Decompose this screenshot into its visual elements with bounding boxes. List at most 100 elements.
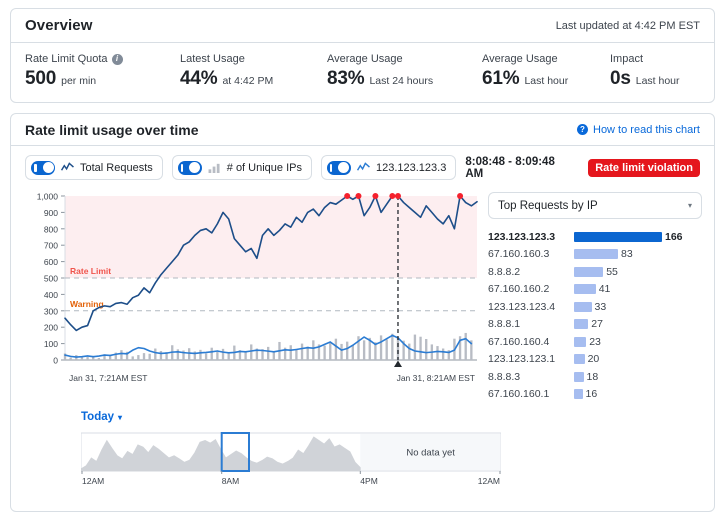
ip-list-item[interactable]: 8.8.8.127 bbox=[488, 316, 702, 334]
unique-ips-bar bbox=[380, 335, 382, 360]
unique-ips-bar bbox=[397, 337, 399, 360]
unique-ips-bar bbox=[408, 344, 410, 360]
ip-value: 20 bbox=[588, 353, 600, 365]
ip-bar-cell: 23 bbox=[574, 336, 702, 348]
ip-value: 27 bbox=[591, 318, 603, 330]
chart-card: Rate limit usage over time ? How to read… bbox=[10, 113, 715, 512]
ip-value: 23 bbox=[589, 336, 601, 348]
toggle-unique-ips[interactable]: # of Unique IPs bbox=[172, 155, 312, 180]
unique-ips-bar bbox=[228, 353, 230, 360]
metric-select[interactable]: Top Requests by IP ▾ bbox=[488, 192, 702, 219]
page-title: Overview bbox=[25, 17, 93, 34]
ip-list-item[interactable]: 123.123.123.433 bbox=[488, 298, 702, 316]
chevron-down-icon: ▾ bbox=[688, 201, 692, 210]
ip-value: 18 bbox=[587, 371, 599, 383]
stat-label: Average Usage bbox=[482, 53, 610, 65]
ip-bar bbox=[574, 372, 584, 382]
ip-bar bbox=[574, 249, 618, 259]
stat-rate-limit-quota: Rate Limit Quota i 500 per min bbox=[25, 53, 180, 90]
ip-list-item[interactable]: 67.160.160.1 16 bbox=[488, 386, 702, 404]
range-selector: Today ▾ No data yet12AM8AM4PM12AM bbox=[11, 403, 714, 504]
chart-title: Rate limit usage over time bbox=[25, 122, 199, 138]
status-badge: Rate limit violation bbox=[588, 159, 700, 177]
unique-ips-bar bbox=[160, 351, 162, 360]
ip-bar bbox=[574, 389, 583, 399]
overview-card: Overview Last updated at 4:42 PM EST Rat… bbox=[10, 8, 715, 103]
stat-subtext: at 4:42 PM bbox=[222, 75, 273, 87]
violation-marker[interactable] bbox=[457, 193, 463, 199]
ip-bar-cell: 18 bbox=[574, 371, 702, 383]
info-icon[interactable]: i bbox=[112, 54, 123, 65]
unique-ips-bar bbox=[148, 354, 150, 360]
ip-list-item[interactable]: 123.123.123.3166 bbox=[488, 228, 702, 246]
unique-ips-bar bbox=[386, 340, 388, 361]
stat-subtext: per min bbox=[61, 75, 96, 87]
usage-chart-svg[interactable]: 01002003004005006007008009001,000Rate Li… bbox=[23, 188, 478, 393]
ip-list-item[interactable]: 67.160.160.4 23 bbox=[488, 333, 702, 351]
y-axis-tick-label: 600 bbox=[44, 257, 58, 267]
stat-subtext: Last hour bbox=[524, 75, 568, 87]
unique-ips-bar bbox=[222, 349, 224, 360]
unique-ips-bar bbox=[188, 348, 190, 360]
ip-value: 55 bbox=[606, 266, 618, 278]
ip-list-item[interactable]: 8.8.8.318 bbox=[488, 368, 702, 386]
unique-ips-bar bbox=[250, 344, 252, 360]
stat-label-text: Average Usage bbox=[327, 53, 403, 65]
ip-address: 67.160.160.1 bbox=[488, 388, 574, 400]
toggle-total-requests[interactable]: Total Requests bbox=[25, 155, 163, 180]
violation-marker[interactable] bbox=[389, 193, 395, 199]
brush-tick-label: 4PM bbox=[360, 476, 377, 486]
toggle-ip-series[interactable]: 123.123.123.3 bbox=[321, 155, 456, 180]
app-root: Overview Last updated at 4:42 PM EST Rat… bbox=[0, 0, 725, 520]
ip-list-item[interactable]: 67.160.160.383 bbox=[488, 246, 702, 264]
violation-marker[interactable] bbox=[395, 193, 401, 199]
ip-value: 16 bbox=[586, 388, 598, 400]
chart-body: 01002003004005006007008009001,000Rate Li… bbox=[11, 186, 714, 403]
toggle-switch-icon[interactable] bbox=[327, 161, 351, 175]
question-icon: ? bbox=[577, 124, 588, 135]
unique-ips-bar bbox=[346, 342, 348, 360]
ip-address: 67.160.160.4 bbox=[488, 336, 574, 348]
how-to-read-chart-link[interactable]: ? How to read this chart bbox=[577, 124, 700, 136]
y-axis-tick-label: 200 bbox=[44, 323, 58, 333]
stat-label-text: Latest Usage bbox=[180, 53, 245, 65]
stat-value: 0s bbox=[610, 68, 631, 90]
unique-ips-bar bbox=[391, 334, 393, 360]
last-updated-text: Last updated at 4:42 PM EST bbox=[556, 20, 700, 32]
ip-bar bbox=[574, 354, 585, 364]
ip-list-item[interactable]: 67.160.160.241 bbox=[488, 281, 702, 299]
ip-value: 41 bbox=[599, 283, 611, 295]
unique-ips-bar bbox=[267, 347, 269, 360]
violation-marker[interactable] bbox=[344, 193, 350, 199]
stat-label-text: Impact bbox=[610, 53, 643, 65]
unique-ips-bar bbox=[120, 350, 122, 360]
unique-ips-bar bbox=[98, 358, 100, 360]
ip-address: 123.123.123.1 bbox=[488, 353, 574, 365]
toggle-switch-icon[interactable] bbox=[178, 161, 202, 175]
brush-svg[interactable]: No data yet12AM8AM4PM12AM bbox=[81, 431, 501, 489]
ip-list-item[interactable]: 123.123.123.1 20 bbox=[488, 351, 702, 369]
chevron-down-icon: ▾ bbox=[118, 413, 122, 422]
violation-marker[interactable] bbox=[372, 193, 378, 199]
unique-ips-bar bbox=[86, 357, 88, 360]
line-chart-icon bbox=[61, 162, 74, 173]
unique-ips-bar bbox=[205, 353, 207, 360]
unique-ips-bar bbox=[301, 344, 303, 360]
ip-bar bbox=[574, 302, 592, 312]
today-dropdown-button[interactable]: Today ▾ bbox=[81, 411, 122, 423]
ip-bar bbox=[574, 232, 662, 242]
chart-header: Rate limit usage over time ? How to read… bbox=[11, 114, 714, 146]
y-axis-tick-label: 0 bbox=[53, 356, 58, 366]
violation-marker[interactable] bbox=[355, 193, 361, 199]
unique-ips-bar bbox=[143, 353, 145, 360]
ip-list-item[interactable]: 8.8.8.255 bbox=[488, 263, 702, 281]
brush-area[interactable]: No data yet12AM8AM4PM12AM bbox=[81, 431, 501, 494]
ip-bar-cell: 27 bbox=[574, 318, 702, 330]
stat-value: 83% bbox=[327, 68, 364, 90]
toggle-switch-icon[interactable] bbox=[31, 161, 55, 175]
stat-value-row: 500 per min bbox=[25, 68, 180, 90]
unique-ips-bar bbox=[340, 344, 342, 360]
cursor-handle[interactable] bbox=[394, 361, 402, 368]
unique-ips-bar bbox=[132, 356, 134, 360]
overview-stats: Rate Limit Quota i 500 per min Latest Us… bbox=[11, 43, 714, 102]
